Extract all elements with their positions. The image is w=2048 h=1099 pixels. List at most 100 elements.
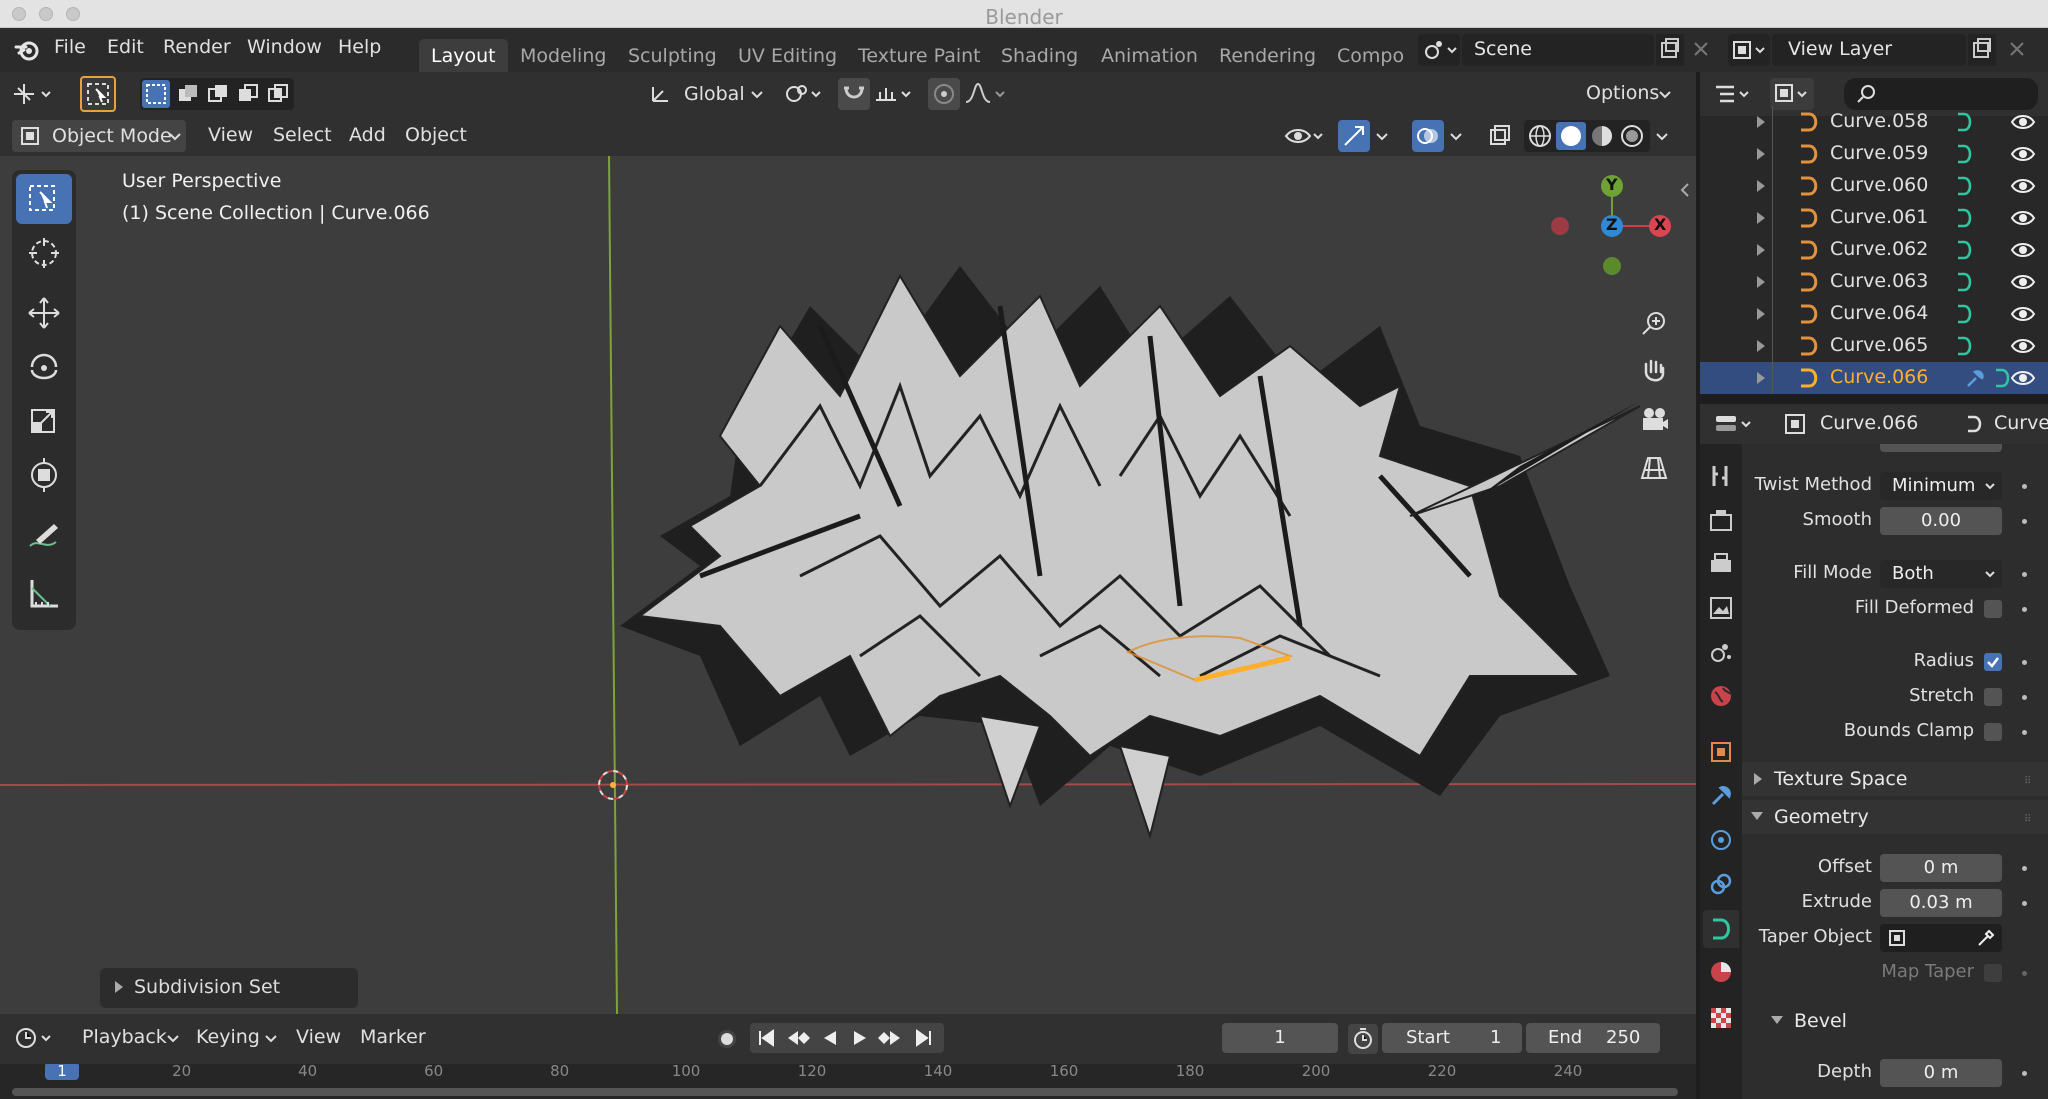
rendered-shading-icon[interactable] [1618, 122, 1646, 150]
pivot-point-icon[interactable] [780, 78, 828, 110]
3d-viewport[interactable]: User Perspective (1) Scene Collection | … [0, 156, 1696, 1014]
tab-uv-editing[interactable]: UV Editing [726, 39, 849, 72]
curve-data-icon[interactable] [1954, 206, 1976, 230]
expand-arrow-icon[interactable] [1756, 115, 1766, 129]
outliner-item[interactable]: Curve.066 [1700, 362, 2048, 394]
expand-arrow-icon[interactable] [1756, 179, 1766, 193]
timeline-menu-view[interactable]: View [296, 1026, 341, 1048]
timeline-editor-type-icon[interactable] [12, 1022, 62, 1054]
jump-to-keyframe-back-icon[interactable] [784, 1026, 812, 1050]
xray-toggle-icon[interactable] [1484, 120, 1516, 152]
outliner-item[interactable]: Curve.060 [1700, 170, 2048, 202]
expand-arrow-icon[interactable] [1756, 371, 1766, 385]
tab-sculpting[interactable]: Sculpting [616, 39, 729, 72]
eye-visibility-icon[interactable] [2010, 239, 2036, 261]
visibility-eye-icon[interactable] [1282, 120, 1328, 152]
smooth-field[interactable]: 0.00 [1880, 507, 2002, 535]
offset-field[interactable]: 0 m [1880, 854, 2002, 882]
menu-window[interactable]: Window [247, 36, 322, 58]
move-tool[interactable] [16, 288, 72, 338]
animate-property-dot[interactable] [2022, 607, 2027, 612]
tab-texture-paint[interactable]: Texture Paint [846, 39, 993, 72]
navigation-gizmo[interactable]: Y Z X [1530, 166, 1680, 306]
editor-type-icon[interactable] [10, 78, 62, 110]
eye-visibility-icon[interactable] [2010, 335, 2036, 357]
eye-visibility-icon[interactable] [2010, 303, 2036, 325]
eyedropper-icon[interactable] [1976, 928, 1996, 948]
material-tab-icon[interactable] [1707, 958, 1735, 986]
solid-shading-icon[interactable] [1556, 122, 1586, 150]
outliner-item[interactable]: Curve.061 [1700, 202, 2048, 234]
annotate-tool[interactable] [16, 512, 72, 562]
jump-to-start-icon[interactable] [754, 1026, 778, 1050]
select-subtract-icon[interactable] [204, 80, 232, 108]
world-tab-icon[interactable] [1707, 682, 1735, 710]
menu-file[interactable]: File [54, 36, 86, 58]
drag-handle-icon[interactable]: ⠿ [2024, 814, 2031, 825]
tab-rendering[interactable]: Rendering [1207, 39, 1328, 72]
blender-logo-icon[interactable] [14, 38, 40, 62]
curve-data-icon[interactable] [1954, 302, 1976, 326]
bounds-clamp-checkbox[interactable] [1984, 723, 2002, 741]
pan-view-hand-icon[interactable] [1636, 354, 1672, 390]
wireframe-shading-icon[interactable] [1526, 122, 1554, 150]
animate-property-dot[interactable] [2022, 695, 2027, 700]
menu-help[interactable]: Help [338, 36, 381, 58]
texture-tab-icon[interactable] [1707, 1004, 1735, 1032]
eye-visibility-icon[interactable] [2010, 175, 2036, 197]
play-reverse-icon[interactable] [818, 1026, 842, 1050]
select-box-tool[interactable] [16, 174, 72, 224]
modifier-wrench-icon[interactable] [1964, 368, 1986, 390]
view-layer-name-field[interactable]: View Layer [1772, 34, 1966, 66]
animate-property-dot[interactable] [2022, 971, 2027, 976]
viewport-menu-object[interactable]: Object [405, 124, 467, 146]
expand-arrow-icon[interactable] [1756, 275, 1766, 289]
outliner-item[interactable]: Curve.063 [1700, 266, 2048, 298]
outliner-item[interactable]: Curve.062 [1700, 234, 2048, 266]
expand-arrow-icon[interactable] [1756, 211, 1766, 225]
scale-tool[interactable] [16, 396, 72, 446]
twist-method-dropdown[interactable]: Minimum [1880, 472, 2002, 500]
map-taper-checkbox[interactable] [1984, 964, 2002, 982]
object-tab-icon[interactable] [1707, 738, 1735, 766]
keying-menu[interactable]: Keying [188, 1023, 284, 1053]
playback-menu[interactable]: Playback [72, 1023, 184, 1053]
fill-deformed-checkbox[interactable] [1984, 600, 2002, 618]
select-invert-icon[interactable] [234, 80, 262, 108]
viewport-menu-view[interactable]: View [208, 124, 253, 146]
current-frame-field[interactable]: 1 [1222, 1023, 1338, 1053]
timeline-scrollbar[interactable] [12, 1088, 1678, 1096]
curve-data-tab-icon[interactable] [1703, 910, 1739, 948]
curve-data-icon[interactable] [1954, 174, 1976, 198]
camera-view-icon[interactable] [1636, 402, 1672, 438]
transform-orientation-dropdown[interactable]: Global [644, 78, 768, 110]
active-tool-select-box-icon[interactable] [80, 76, 116, 112]
properties-editor-type-icon[interactable] [1712, 408, 1760, 440]
gizmo-dropdown-icon[interactable] [1372, 120, 1394, 152]
gizmo-toggle-icon[interactable] [1338, 120, 1370, 152]
delete-view-layer-icon[interactable] [2006, 38, 2028, 60]
material-preview-shading-icon[interactable] [1588, 122, 1616, 150]
sidebar-toggle-icon[interactable] [1678, 178, 1692, 202]
animate-property-dot[interactable] [2022, 660, 2027, 665]
options-dropdown[interactable]: Options [1578, 78, 1678, 110]
scene-browse-icon[interactable] [1418, 34, 1460, 66]
bevel-subpanel-header[interactable]: Bevel [1742, 1004, 2048, 1038]
tab-modeling[interactable]: Modeling [508, 39, 618, 72]
viewport-menu-select[interactable]: Select [273, 124, 332, 146]
tool-tab-icon[interactable] [1707, 462, 1735, 490]
tab-layout[interactable]: Layout [419, 39, 508, 72]
radius-checkbox[interactable] [1984, 653, 2002, 671]
eye-visibility-icon[interactable] [2010, 143, 2036, 165]
jump-to-keyframe-forward-icon[interactable] [876, 1026, 904, 1050]
animate-property-dot[interactable] [2022, 519, 2027, 524]
expand-arrow-icon[interactable] [1756, 307, 1766, 321]
expand-arrow-icon[interactable] [1756, 147, 1766, 161]
drag-handle-icon[interactable]: ⠿ [2024, 776, 2031, 787]
menu-render[interactable]: Render [163, 36, 231, 58]
record-keyframes-icon[interactable] [712, 1024, 742, 1054]
delete-scene-icon[interactable] [1690, 38, 1712, 60]
end-frame-field[interactable]: End 250 [1526, 1023, 1660, 1053]
snap-toggle-icon[interactable] [838, 78, 870, 110]
curve-data-icon[interactable] [1954, 334, 1976, 358]
